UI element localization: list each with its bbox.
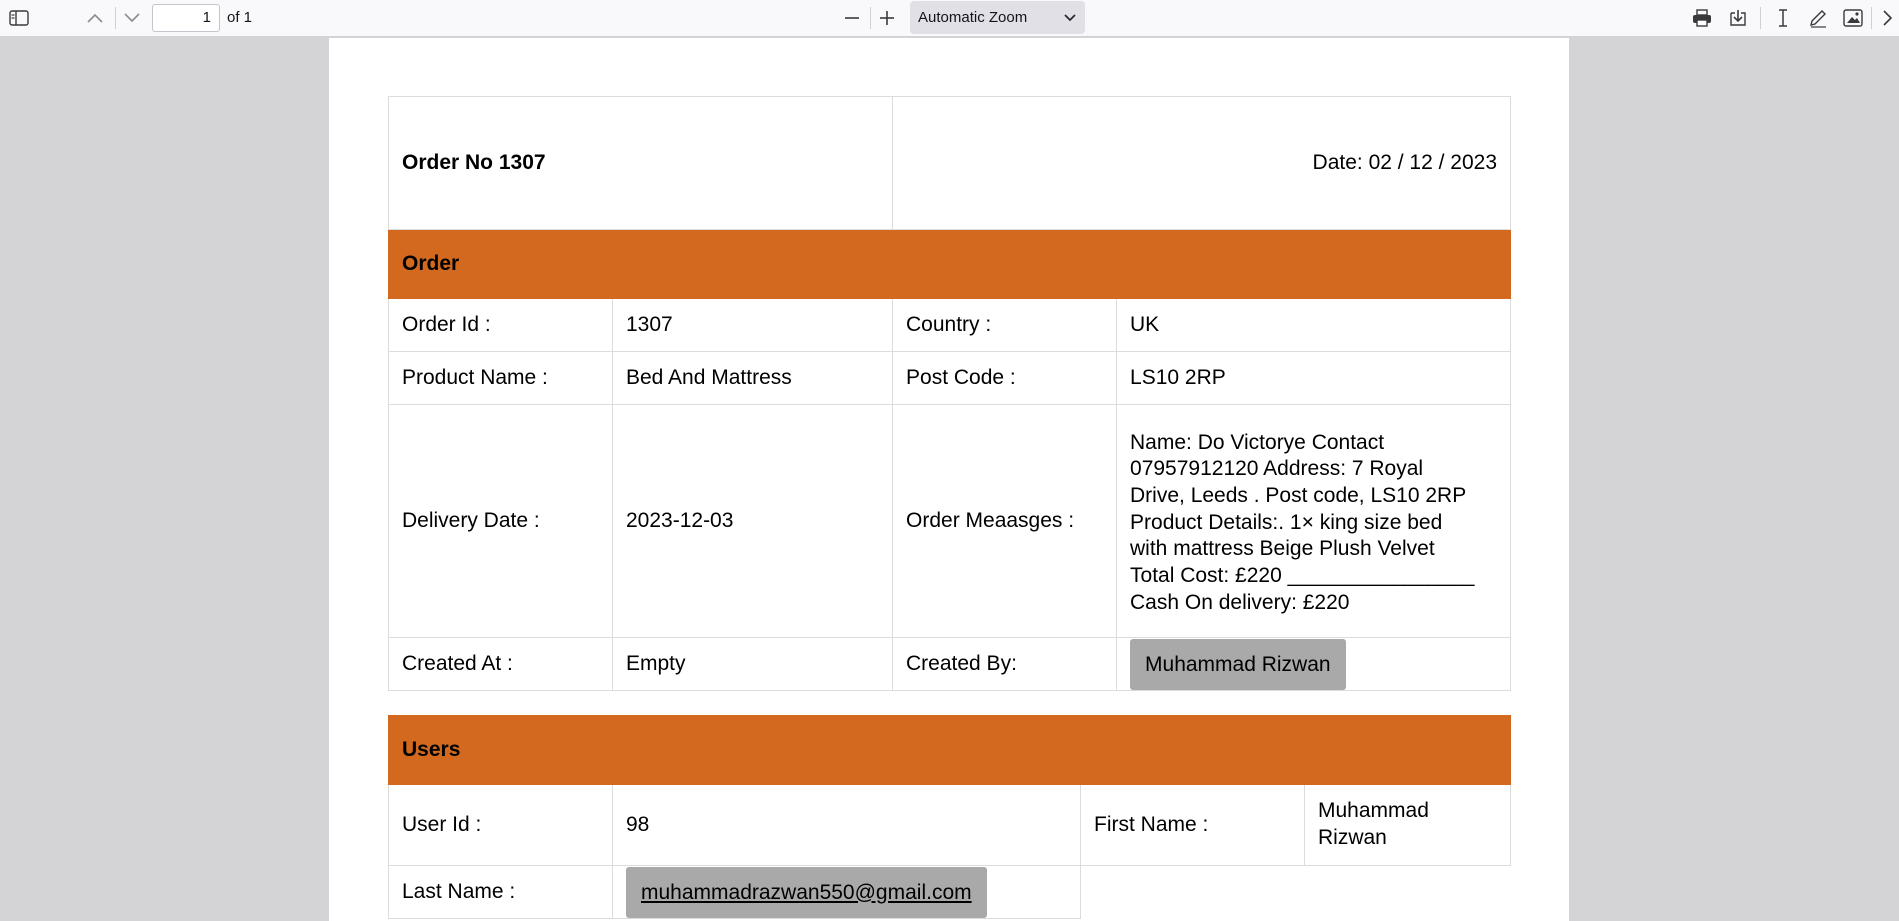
page-number-input[interactable]: 1 (152, 4, 220, 32)
previous-page-icon[interactable] (80, 3, 110, 33)
last-name-label: Last Name : (388, 865, 613, 919)
country-label: Country : (892, 298, 1118, 352)
sidebar-toggle-icon[interactable] (4, 3, 34, 33)
order-id-label: Order Id : (388, 298, 613, 352)
toolbar-separator (115, 7, 116, 29)
toolbar-separator (1871, 7, 1872, 29)
users-section-header: Users (387, 715, 1512, 785)
order-date: Date: 02 / 12 / 2023 (892, 96, 1512, 230)
order-messages-value: Name: Do Victorye Contact 07957912120 Ad… (1116, 404, 1512, 638)
table-row: Created At : Empty Created By: Muhammad … (388, 637, 1512, 691)
text-cursor-icon[interactable] (1768, 3, 1798, 33)
print-icon[interactable] (1687, 3, 1717, 33)
created-by-cell: Muhammad Rizwan (1116, 637, 1512, 691)
download-icon[interactable] (1723, 3, 1753, 33)
order-message-line: with mattress Beige Plush Velvet (1130, 537, 1435, 561)
order-section-header: Order (387, 229, 1512, 299)
empty-cell (1305, 866, 1511, 919)
order-messages-label: Order Meaasges : (892, 404, 1118, 638)
order-table: Order No 1307 Date: 02 / 12 / 2023 Order… (387, 96, 1512, 691)
toolbar-separator (870, 7, 871, 29)
first-name-value: Muhammad Rizwan (1303, 784, 1512, 866)
created-by-chip[interactable]: Muhammad Rizwan (1130, 638, 1346, 690)
product-name-label: Product Name : (388, 351, 613, 405)
last-name-cell: muhammadrazwan550@gmail.com (612, 865, 1081, 919)
order-message-line: Product Details:. 1× king size bed (1130, 510, 1443, 534)
table-row: Product Name : Bed And Mattress Post Cod… (388, 351, 1512, 405)
table-row: Order Id : 1307 Country : UK (388, 298, 1512, 352)
post-code-value: LS10 2RP (1116, 351, 1512, 405)
pdf-toolbar: 1 of 1 Automatic Zoom (0, 0, 1899, 37)
order-message-line: Name: Do Victorye Contact (1130, 430, 1385, 454)
first-name-line: Rizwan (1318, 826, 1387, 849)
order-message-line: Cash On delivery: £220 (1130, 590, 1350, 614)
delivery-date-value: 2023-12-03 (611, 404, 894, 638)
users-table: Users User Id : 98 First Name : Muhammad… (387, 715, 1512, 919)
first-name-line: Muhammad (1318, 799, 1429, 823)
country-value: UK (1116, 298, 1512, 352)
product-name-value: Bed And Mattress (611, 351, 894, 405)
created-at-value: Empty (611, 637, 894, 691)
zoom-out-icon[interactable] (837, 3, 867, 33)
zoom-select-label: Automatic Zoom (918, 9, 1028, 26)
order-id-value: 1307 (611, 298, 894, 352)
header-row: Order No 1307 Date: 02 / 12 / 2023 (387, 96, 1512, 230)
delivery-date-label: Delivery Date : (388, 404, 613, 638)
next-page-icon[interactable] (117, 3, 147, 33)
more-tools-icon[interactable] (1876, 3, 1898, 33)
image-icon[interactable] (1838, 3, 1868, 33)
created-by-label: Created By: (892, 637, 1118, 691)
page-title: Order No 1307 (387, 96, 894, 230)
table-row: Delivery Date : 2023-12-03 Order Meaasge… (388, 404, 1512, 638)
table-row: Last Name : muhammadrazwan550@gmail.com (388, 865, 1511, 919)
zoom-in-icon[interactable] (872, 3, 902, 33)
order-message-line: Total Cost: £220 ________________ (1130, 564, 1475, 588)
order-sheet: Order No 1307 Date: 02 / 12 / 2023 Order… (387, 96, 1512, 919)
order-message-line: 07957912120 Address: 7 Royal (1130, 457, 1424, 481)
order-message-line: Drive, Leeds . Post code, LS10 2RP (1130, 483, 1467, 507)
email-link[interactable]: muhammadrazwan550@gmail.com (626, 866, 987, 918)
chevron-down-icon (1063, 10, 1077, 28)
first-name-label: First Name : (1080, 784, 1305, 866)
empty-cell (1081, 866, 1305, 919)
table-row: User Id : 98 First Name : Muhammad Rizwa… (388, 784, 1512, 866)
user-id-label: User Id : (388, 784, 613, 866)
page-count: of 1 (227, 9, 253, 26)
created-at-label: Created At : (388, 637, 613, 691)
zoom-select[interactable]: Automatic Zoom (910, 1, 1085, 34)
user-id-value: 98 (612, 784, 1081, 866)
toolbar-separator (1760, 7, 1761, 29)
draw-icon[interactable] (1803, 3, 1833, 33)
pdf-page: Order No 1307 Date: 02 / 12 / 2023 Order… (329, 38, 1569, 921)
post-code-label: Post Code : (892, 351, 1118, 405)
